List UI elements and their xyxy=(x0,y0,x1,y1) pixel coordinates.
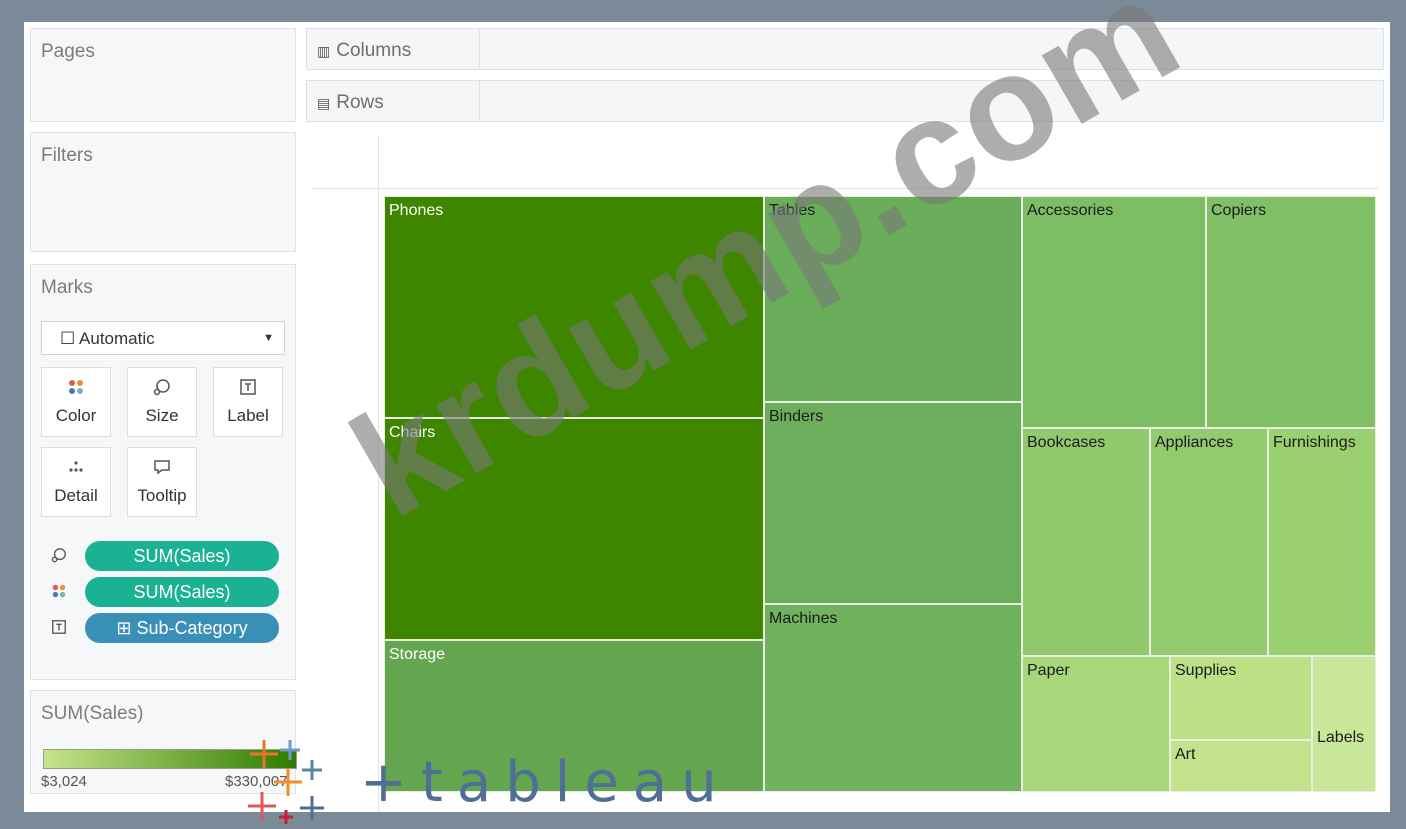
color-dots-icon xyxy=(42,378,110,400)
shelf-divider xyxy=(479,81,480,121)
treemap-cell-copiers[interactable]: Copiers xyxy=(1206,196,1376,428)
tableau-wordmark: +tableau xyxy=(360,750,731,815)
tooltip-button-label: Tooltip xyxy=(137,486,187,505)
chevron-down-icon: ▼ xyxy=(263,332,274,344)
marks-title: Marks xyxy=(41,277,93,298)
treemap-cell-machines[interactable]: Machines xyxy=(764,604,1022,792)
tooltip-icon xyxy=(128,458,196,480)
size-icon xyxy=(128,378,196,400)
treemap-cell-binders[interactable]: Binders xyxy=(764,402,1022,604)
sub-category-pill[interactable]: ⊞ Sub-Category xyxy=(85,613,279,643)
size-icon xyxy=(51,547,67,567)
app-window: Pages Filters Marks ☐ Automatic ▼ Color … xyxy=(24,0,1390,812)
rows-icon: ▤ xyxy=(317,95,331,111)
columns-shelf-label: ▥ Columns xyxy=(317,40,412,61)
tableau-logo: +tableau xyxy=(240,740,717,824)
color-button-label: Color xyxy=(55,406,97,425)
color-dots-icon xyxy=(51,583,67,603)
rows-shelf-label: ▤ Rows xyxy=(317,92,384,113)
pages-title: Pages xyxy=(41,41,95,62)
filters-panel[interactable]: Filters xyxy=(30,132,296,252)
label-icon xyxy=(51,619,67,639)
color-sum-sales-pill[interactable]: SUM(Sales) xyxy=(85,577,279,607)
marks-panel: Marks ☐ Automatic ▼ Color Size Label Det… xyxy=(30,264,296,680)
columns-shelf[interactable]: ▥ Columns xyxy=(306,28,1384,70)
mark-type-dropdown[interactable]: ☐ Automatic ▼ xyxy=(41,321,285,355)
label-icon xyxy=(214,378,282,400)
treemap-cell-supplies[interactable]: Supplies xyxy=(1170,656,1312,740)
detail-button[interactable]: Detail xyxy=(41,447,111,517)
detail-icon xyxy=(42,458,110,480)
label-button-label: Label xyxy=(227,406,269,425)
color-button[interactable]: Color xyxy=(41,367,111,437)
size-button-label: Size xyxy=(145,406,179,425)
treemap-cell-art[interactable]: Art xyxy=(1170,740,1312,792)
legend-title: SUM(Sales) xyxy=(41,703,144,724)
columns-icon: ▥ xyxy=(317,43,331,59)
tooltip-button[interactable]: Tooltip xyxy=(127,447,197,517)
treemap-cell-bookcases[interactable]: Bookcases xyxy=(1022,428,1150,656)
treemap-cell-accessories[interactable]: Accessories xyxy=(1022,196,1206,428)
pages-panel[interactable]: Pages xyxy=(30,28,296,122)
mark-type-value: ☐ Automatic xyxy=(60,329,155,348)
detail-button-label: Detail xyxy=(54,486,98,505)
filters-title: Filters xyxy=(41,145,93,166)
size-sum-sales-pill[interactable]: SUM(Sales) xyxy=(85,541,279,571)
tableau-cross-icon xyxy=(248,740,324,824)
treemap-cell-furnishings[interactable]: Furnishings xyxy=(1268,428,1376,656)
treemap-cell-labels[interactable]: Labels xyxy=(1312,656,1376,792)
treemap-cell-appliances[interactable]: Appliances xyxy=(1150,428,1268,656)
legend-min: $3,024 xyxy=(41,773,87,790)
treemap-cell-paper[interactable]: Paper xyxy=(1022,656,1170,792)
shelf-divider xyxy=(479,29,480,69)
label-button[interactable]: Label xyxy=(213,367,283,437)
size-button[interactable]: Size xyxy=(127,367,197,437)
